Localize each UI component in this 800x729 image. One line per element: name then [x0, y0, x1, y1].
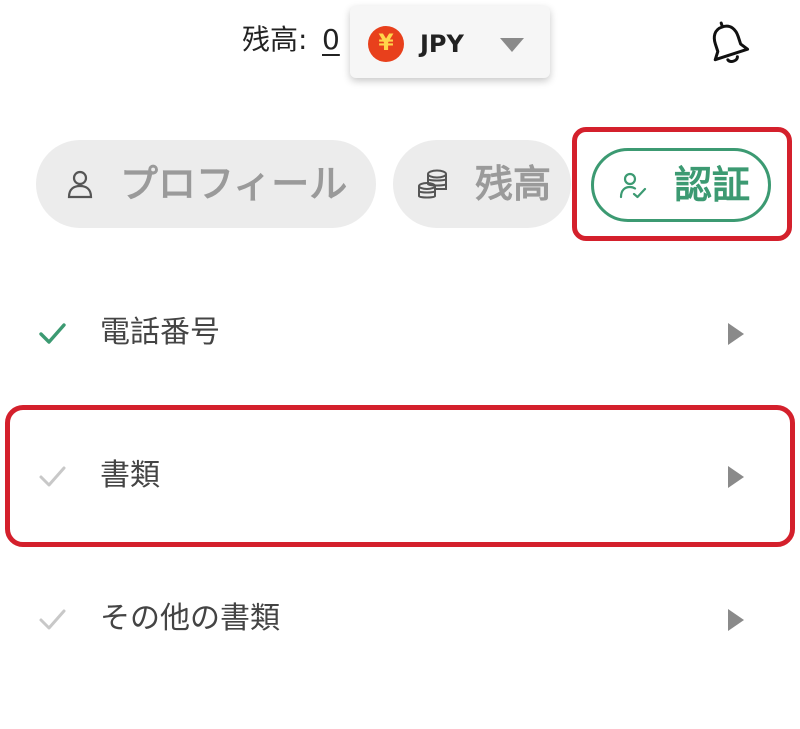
balance-value[interactable]: 0: [322, 22, 340, 58]
chevron-right-icon: [728, 609, 744, 631]
highlight-box-verification-tab: [572, 127, 792, 241]
tab-label: プロフィール: [120, 162, 348, 206]
balance-label: 残高:: [242, 23, 308, 56]
tab-balance[interactable]: 残高: [393, 140, 571, 228]
tab-label: 残高: [475, 162, 552, 206]
check-icon: [36, 318, 68, 348]
coins-icon: [417, 168, 449, 200]
tab-profile[interactable]: プロフィール: [36, 140, 376, 228]
highlight-box-documents-row: [5, 405, 795, 547]
yen-coin-icon: ¥: [368, 26, 404, 62]
bell-icon[interactable]: [702, 18, 754, 70]
user-icon: [64, 168, 96, 200]
chevron-right-icon: [728, 323, 744, 345]
currency-selector[interactable]: ¥ JPY: [350, 6, 550, 78]
caret-down-icon: [500, 38, 524, 52]
list-item-label: その他の書類: [100, 601, 280, 636]
verification-item-phone[interactable]: 電話番号: [0, 298, 800, 368]
currency-code: JPY: [420, 30, 464, 58]
check-icon: [36, 604, 68, 634]
list-item-label: 電話番号: [100, 315, 220, 350]
header: 残高: 0 ¥ JPY: [0, 0, 800, 90]
verification-item-other-documents[interactable]: その他の書類: [0, 584, 800, 654]
